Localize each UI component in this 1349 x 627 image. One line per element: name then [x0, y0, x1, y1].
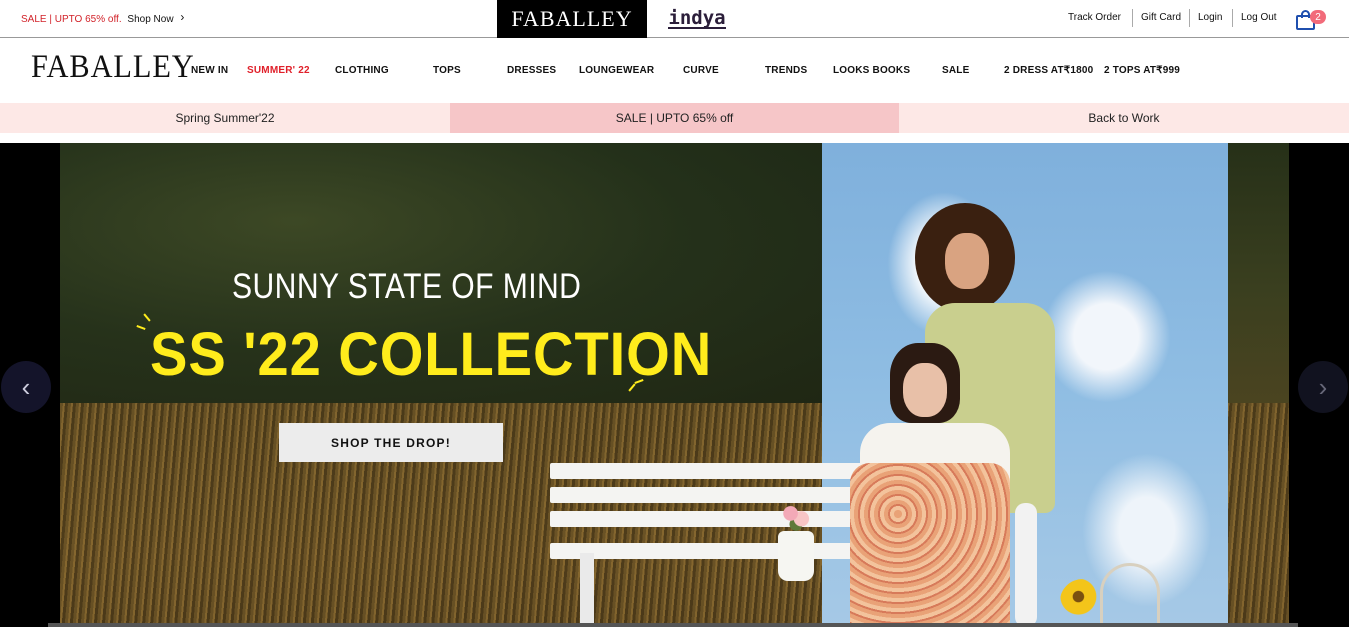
nav-item-clothing[interactable]: CLOTHING — [335, 65, 389, 76]
track-order-link[interactable]: Track Order — [1068, 12, 1121, 23]
login-link[interactable]: Login — [1198, 12, 1222, 23]
category-strip: Spring Summer'22 SALE | UPTO 65% off Bac… — [0, 103, 1349, 133]
cart-button[interactable]: 2 — [1294, 9, 1326, 33]
nav-item-sale[interactable]: SALE — [942, 65, 969, 76]
nav-item-new-in[interactable]: NEW IN — [191, 65, 228, 76]
logout-link[interactable]: Log Out — [1241, 12, 1277, 23]
promo-banner[interactable]: SALE | UPTO 65% off. Shop Now › — [21, 10, 185, 25]
carousel-scrollbar[interactable] — [48, 623, 1298, 627]
chevron-left-icon: ‹ — [21, 371, 31, 402]
category-back-to-work[interactable]: Back to Work — [899, 103, 1349, 133]
nav-item-looks-books[interactable]: LOOKS BOOKS — [833, 65, 910, 76]
promo-sale-text: SALE | UPTO 65% off. — [21, 14, 122, 25]
hero-model-seated — [840, 343, 1030, 627]
chevron-right-icon: › — [1318, 371, 1328, 402]
top-strip: SALE | UPTO 65% off. Shop Now › FABALLEY… — [0, 0, 1349, 38]
shop-the-drop-button[interactable]: SHOP THE DROP! — [279, 423, 503, 462]
gift-card-link[interactable]: Gift Card — [1141, 12, 1181, 23]
divider — [1132, 9, 1133, 27]
carousel-next-button[interactable]: › — [1298, 361, 1348, 413]
category-spring-summer[interactable]: Spring Summer'22 — [0, 103, 450, 133]
hero-vase — [778, 531, 814, 581]
nav-item-tops[interactable]: TOPS — [433, 65, 461, 76]
hero-flowers — [778, 499, 814, 535]
cart-count-badge: 2 — [1310, 10, 1326, 24]
brand-tab-indya-label: indya — [668, 7, 726, 29]
brand-tab-indya[interactable]: indya — [647, 0, 747, 38]
nav-item-2-tops-offer[interactable]: 2 TOPS AT₹999 — [1104, 65, 1180, 76]
hero-title: SS '22 COLLECTION — [150, 320, 713, 388]
nav-item-loungewear[interactable]: LOUNGEWEAR — [579, 65, 654, 76]
site-logo[interactable]: FABALLEY — [31, 49, 195, 86]
nav-item-dresses[interactable]: DRESSES — [507, 65, 556, 76]
carousel-prev-button[interactable]: ‹ — [1, 361, 51, 413]
hero-carousel: SUNNY STATE OF MIND SS '22 COLLECTION SH… — [0, 143, 1349, 627]
category-sale[interactable]: SALE | UPTO 65% off — [450, 103, 899, 133]
chevron-right-icon: › — [180, 10, 185, 24]
divider — [1232, 9, 1233, 27]
hero-basket — [1100, 563, 1160, 627]
brand-tab-faballey[interactable]: FABALLEY — [497, 0, 647, 38]
hero-subtitle: SUNNY STATE OF MIND — [232, 267, 582, 306]
main-navigation: FABALLEY NEW IN SUMMER' 22 CLOTHING TOPS… — [0, 39, 1349, 102]
nav-item-summer-22[interactable]: SUMMER' 22 — [247, 65, 310, 76]
nav-item-curve[interactable]: CURVE — [683, 65, 719, 76]
nav-item-trends[interactable]: TRENDS — [765, 65, 807, 76]
nav-item-2-dress-offer[interactable]: 2 DRESS AT₹1800 — [1004, 65, 1093, 76]
promo-shop-now-link[interactable]: Shop Now — [127, 14, 173, 25]
divider — [1189, 9, 1190, 27]
